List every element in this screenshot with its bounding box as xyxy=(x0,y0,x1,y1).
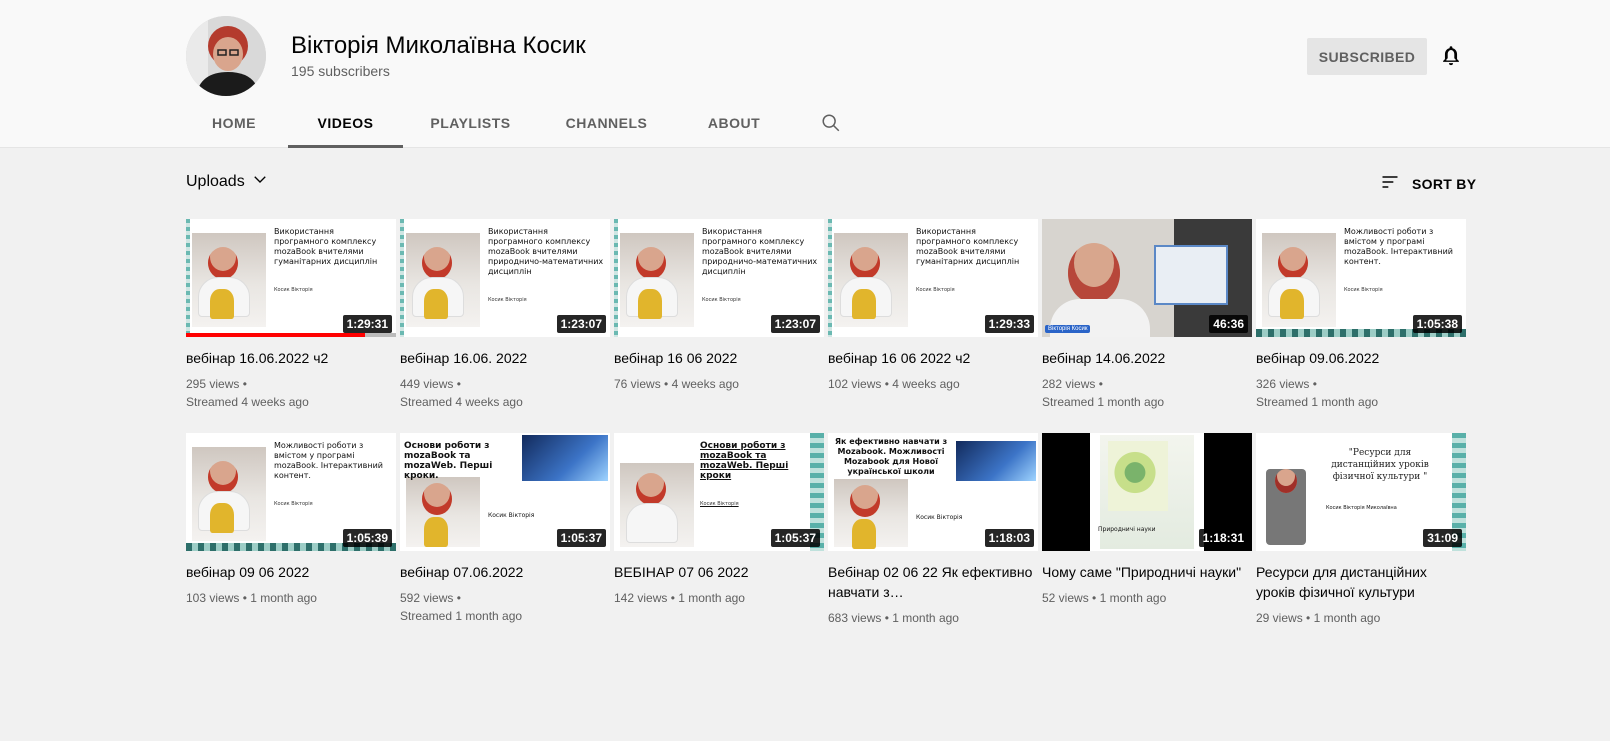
video-card: "Ресурси для дистанційних уроків фізично… xyxy=(1256,433,1466,647)
video-duration: 31:09 xyxy=(1423,529,1462,547)
chevron-down-icon xyxy=(251,170,269,193)
video-title[interactable]: ВЕБІНАР 07 06 2022 xyxy=(614,562,824,582)
video-title[interactable]: вебінар 14.06.2022 xyxy=(1042,348,1252,368)
thumbnail-text: Використання програмного комплексу mozaB… xyxy=(488,227,604,303)
video-meta: 449 views • Streamed 4 weeks ago xyxy=(400,377,523,409)
video-meta: 102 views • 4 weeks ago xyxy=(828,377,960,391)
video-title[interactable]: Вебінар 02 06 22 Як ефективно навчати з… xyxy=(828,562,1038,602)
video-title[interactable]: вебінар 09.06.2022 xyxy=(1256,348,1466,368)
thumbnail-text: Використання програмного комплексу mozaB… xyxy=(702,227,818,303)
tab-home[interactable]: HOME xyxy=(186,98,282,148)
video-meta: 103 views • 1 month ago xyxy=(186,591,317,605)
video-thumbnail[interactable]: Як ефективно навчати з Mozabook. Можливо… xyxy=(828,433,1038,551)
sort-icon xyxy=(1380,172,1400,195)
video-meta: 592 views • Streamed 1 month ago xyxy=(400,591,523,623)
thumbnail-text: "Ресурси для дистанційних уроків фізично… xyxy=(1331,448,1429,482)
subscriber-count: 195 subscribers xyxy=(291,63,390,79)
thumbnail-text: Використання програмного комплексу mozaB… xyxy=(916,227,1020,293)
video-title[interactable]: Ресурси для дистанційних уроків фізичної… xyxy=(1256,562,1466,602)
video-duration: 1:05:39 xyxy=(342,529,392,547)
video-thumbnail[interactable]: Використання програмного комплексу mozaB… xyxy=(828,219,1038,337)
video-duration: 1:29:33 xyxy=(984,315,1034,333)
video-duration: 46:36 xyxy=(1209,315,1248,333)
channel-tabs: HOME VIDEOS PLAYLISTS CHANNELS ABOUT xyxy=(186,98,861,148)
video-card: Вікторія Косик 46:36 вебінар 14.06.2022 … xyxy=(1042,219,1252,433)
video-meta: 29 views • 1 month ago xyxy=(1256,611,1381,625)
video-grid: Використання програмного комплексу mozaB… xyxy=(186,219,1466,647)
watch-progress xyxy=(186,333,365,337)
video-duration: 1:18:03 xyxy=(984,529,1034,547)
video-card: Використання програмного комплексу mozaB… xyxy=(614,219,824,433)
video-duration: 1:23:07 xyxy=(770,315,820,333)
tab-playlists[interactable]: PLAYLISTS xyxy=(403,98,538,148)
video-thumbnail[interactable]: Вікторія Косик 46:36 xyxy=(1042,219,1252,337)
video-title[interactable]: вебінар 16 06 2022 xyxy=(614,348,824,368)
video-duration: 1:05:38 xyxy=(1412,315,1462,333)
thumbnail-text: Природничі науки xyxy=(1098,526,1156,533)
thumbnail-text: Можливості роботи з вмістом у програмі m… xyxy=(274,441,383,507)
video-title[interactable]: вебінар 16.06. 2022 xyxy=(400,348,610,368)
video-duration: 1:29:31 xyxy=(342,315,392,333)
video-meta: 683 views • 1 month ago xyxy=(828,611,959,625)
tab-channels[interactable]: CHANNELS xyxy=(538,98,675,148)
video-duration: 1:23:07 xyxy=(556,315,606,333)
video-thumbnail[interactable]: Використання програмного комплексу mozaB… xyxy=(186,219,396,337)
video-thumbnail[interactable]: Використання програмного комплексу mozaB… xyxy=(400,219,610,337)
video-title[interactable]: Чому саме "Природничі науки" xyxy=(1042,562,1252,582)
video-title[interactable]: вебінар 07.06.2022 xyxy=(400,562,610,582)
video-thumbnail[interactable]: Природничі науки 1:18:31 xyxy=(1042,433,1252,551)
video-card: Можливості роботи з вмістом у програмі m… xyxy=(186,433,396,647)
video-card: Можливості роботи з вмістом у програмі m… xyxy=(1256,219,1466,433)
video-thumbnail[interactable]: Можливості роботи з вмістом у програмі m… xyxy=(186,433,396,551)
subscribed-button[interactable]: SUBSCRIBED xyxy=(1307,38,1427,75)
tab-about[interactable]: ABOUT xyxy=(675,98,793,148)
video-card: Використання програмного комплексу mozaB… xyxy=(400,219,610,433)
video-duration: 1:05:37 xyxy=(556,529,606,547)
video-meta: 326 views • Streamed 1 month ago xyxy=(1256,377,1379,409)
video-thumbnail[interactable]: Основи роботи з mozaBook та mozaWeb. Пер… xyxy=(614,433,824,551)
sort-label: SORT BY xyxy=(1412,175,1477,192)
video-meta: 282 views • Streamed 1 month ago xyxy=(1042,377,1165,409)
video-thumbnail[interactable]: Використання програмного комплексу mozaB… xyxy=(614,219,824,337)
video-thumbnail[interactable]: Основи роботи з mozaBook та mozaWeb. Пер… xyxy=(400,433,610,551)
thumbnail-text: Основи роботи з mozaBook та mozaWeb. Пер… xyxy=(700,441,789,507)
video-card: Основи роботи з mozaBook та mozaWeb. Пер… xyxy=(614,433,824,647)
search-icon[interactable] xyxy=(801,98,861,148)
channel-avatar[interactable] xyxy=(186,16,266,96)
presenter-tag: Вікторія Косик xyxy=(1045,325,1091,333)
uploads-label: Uploads xyxy=(186,172,245,190)
video-meta: 76 views • 4 weeks ago xyxy=(614,377,739,391)
channel-name: Вікторія Миколаївна Косик xyxy=(291,32,586,59)
video-card: Природничі науки 1:18:31 Чому саме "Прир… xyxy=(1042,433,1252,647)
channel-header: Вікторія Миколаївна Косик 195 subscriber… xyxy=(0,0,1610,148)
video-title[interactable]: вебінар 16.06.2022 ч2 xyxy=(186,348,396,368)
video-title[interactable]: вебінар 16 06 2022 ч2 xyxy=(828,348,1038,368)
video-thumbnail[interactable]: "Ресурси для дистанційних уроків фізично… xyxy=(1256,433,1466,551)
sort-by-button[interactable]: SORT BY xyxy=(1380,172,1476,195)
video-duration: 1:05:37 xyxy=(770,529,820,547)
video-meta: 295 views • Streamed 4 weeks ago xyxy=(186,377,309,409)
video-meta: 142 views • 1 month ago xyxy=(614,591,745,605)
bell-icon[interactable] xyxy=(1437,42,1465,70)
video-meta: 52 views • 1 month ago xyxy=(1042,591,1167,605)
video-thumbnail[interactable]: Можливості роботи з вмістом у програмі m… xyxy=(1256,219,1466,337)
thumbnail-text: Основи роботи з mozaBook та mozaWeb. Пер… xyxy=(404,441,493,481)
tab-videos[interactable]: VIDEOS xyxy=(288,98,403,148)
video-title[interactable]: вебінар 09 06 2022 xyxy=(186,562,396,582)
video-card: Як ефективно навчати з Mozabook. Можливо… xyxy=(828,433,1038,647)
thumbnail-text: Можливості роботи з вмістом у програмі m… xyxy=(1344,227,1453,293)
uploads-dropdown[interactable]: Uploads xyxy=(186,170,269,193)
video-duration: 1:18:31 xyxy=(1198,529,1248,547)
video-card: Основи роботи з mozaBook та mozaWeb. Пер… xyxy=(400,433,610,647)
video-card: Використання програмного комплексу mozaB… xyxy=(186,219,396,433)
thumbnail-text: Як ефективно навчати з Mozabook. Можливо… xyxy=(834,437,948,476)
video-card: Використання програмного комплексу mozaB… xyxy=(828,219,1038,433)
thumbnail-text: Використання програмного комплексу mozaB… xyxy=(274,227,378,293)
avatar-image xyxy=(186,16,266,96)
